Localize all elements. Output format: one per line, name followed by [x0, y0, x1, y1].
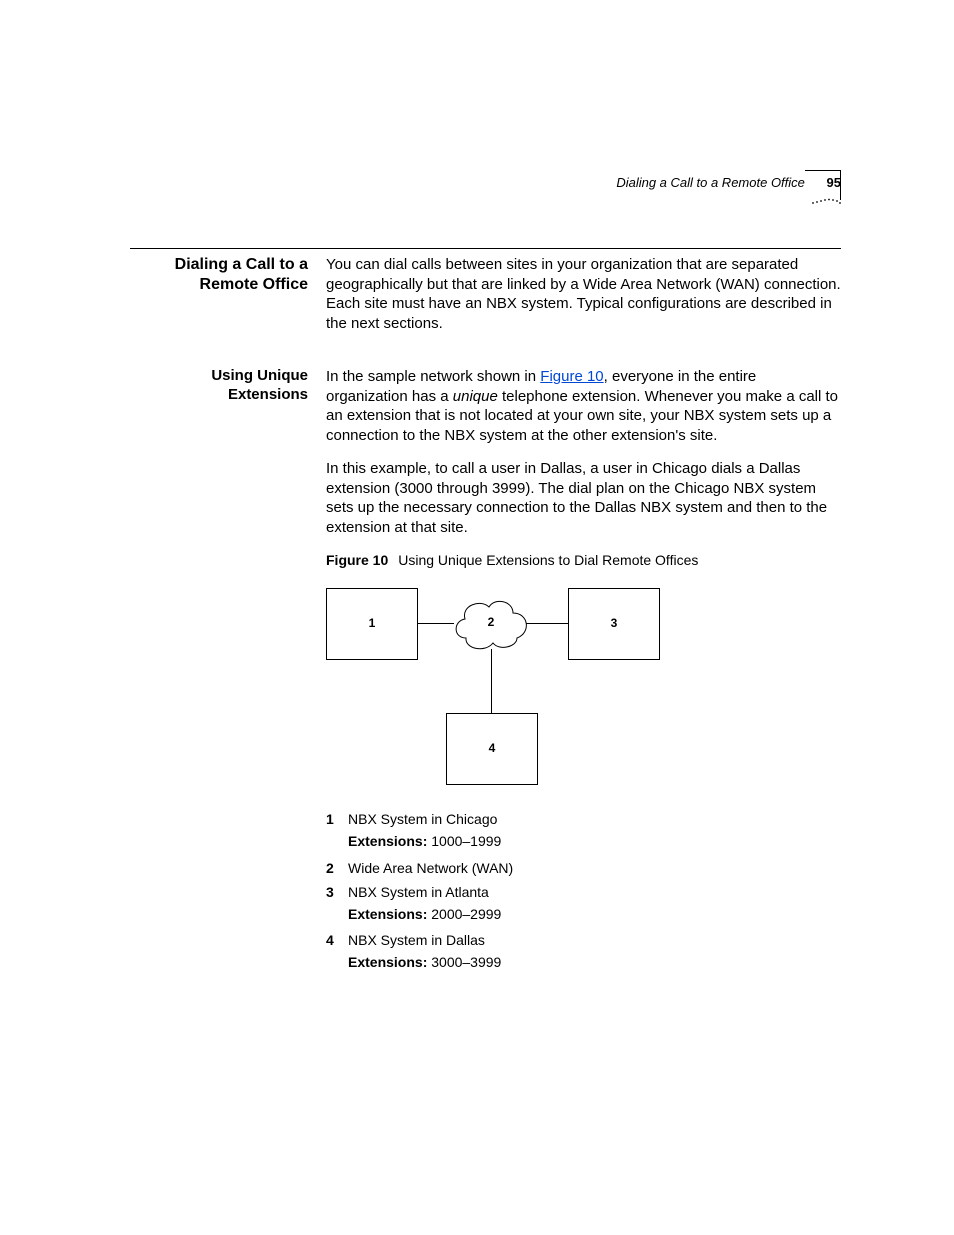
legend-text: NBX System in Atlanta — [348, 883, 841, 901]
connector-line — [491, 649, 492, 713]
header-dots-icon — [811, 195, 841, 208]
legend-item: 2 Wide Area Network (WAN) — [326, 859, 841, 877]
page: Dialing a Call to a Remote Office 95 Dia… — [0, 0, 954, 1235]
diagram-node-4: 4 — [446, 713, 538, 785]
subsection-p2: In this example, to call a user in Dalla… — [326, 459, 841, 537]
legend-item: 3 NBX System in Atlanta — [326, 883, 841, 901]
section-body: You can dial calls between sites in your… — [326, 255, 841, 347]
subsection-row: Using Unique Extensions In the sample ne… — [130, 367, 841, 980]
section-rule — [130, 248, 841, 249]
diagram-node-2-label: 2 — [451, 593, 531, 653]
header-rule — [805, 170, 841, 171]
connector-line — [417, 623, 454, 624]
content-area: Dialing a Call to a Remote Office You ca… — [130, 248, 841, 980]
legend-num: 4 — [326, 931, 348, 949]
legend-ext-value: 1000–1999 — [431, 833, 501, 849]
section-row: Dialing a Call to a Remote Office You ca… — [130, 255, 841, 347]
figure-label: Figure 10 — [326, 552, 388, 568]
emphasized-text: unique — [453, 388, 498, 405]
intro-paragraph: You can dial calls between sites in your… — [326, 255, 841, 333]
legend-num: 3 — [326, 883, 348, 901]
figure-ref-link[interactable]: Figure 10 — [540, 368, 603, 385]
legend-ext-label: Extensions: — [348, 833, 427, 849]
legend-text: NBX System in Chicago — [348, 810, 841, 828]
figure-legend: 1 NBX System in Chicago Extensions: 1000… — [326, 810, 841, 971]
legend-ext-value: 3000–3999 — [431, 954, 501, 970]
legend-text: NBX System in Dallas — [348, 931, 841, 949]
legend-item: 1 NBX System in Chicago — [326, 810, 841, 828]
legend-ext-label: Extensions: — [348, 954, 427, 970]
legend-num: 1 — [326, 810, 348, 828]
section-heading: Dialing a Call to a Remote Office — [130, 255, 326, 347]
legend-subtext: Extensions: 2000–2999 — [348, 905, 841, 923]
connector-line — [526, 623, 568, 624]
page-number: 95 — [827, 175, 841, 190]
running-title: Dialing a Call to a Remote Office — [616, 175, 805, 190]
figure-caption: Figure 10 Using Unique Extensions to Dial… — [326, 551, 841, 569]
subsection-heading: Using Unique Extensions — [130, 367, 326, 980]
text-fragment: In the sample network shown in — [326, 368, 540, 385]
figure-caption-text: Using Unique Extensions to Dial Remote O… — [398, 552, 698, 568]
legend-text: Wide Area Network (WAN) — [348, 859, 841, 877]
diagram-cloud-node: 2 — [451, 593, 531, 653]
legend-ext-value: 2000–2999 — [431, 906, 501, 922]
subsection-body: In the sample network shown in Figure 10… — [326, 367, 841, 980]
subsection-p1: In the sample network shown in Figure 10… — [326, 367, 841, 445]
running-header: Dialing a Call to a Remote Office 95 — [616, 175, 841, 190]
network-diagram: 1 2 3 4 — [326, 583, 666, 798]
legend-subtext: Extensions: 3000–3999 — [348, 953, 841, 971]
legend-num: 2 — [326, 859, 348, 877]
legend-ext-label: Extensions: — [348, 906, 427, 922]
legend-item: 4 NBX System in Dallas — [326, 931, 841, 949]
diagram-node-3: 3 — [568, 588, 660, 660]
legend-subtext: Extensions: 1000–1999 — [348, 832, 841, 850]
diagram-node-1: 1 — [326, 588, 418, 660]
